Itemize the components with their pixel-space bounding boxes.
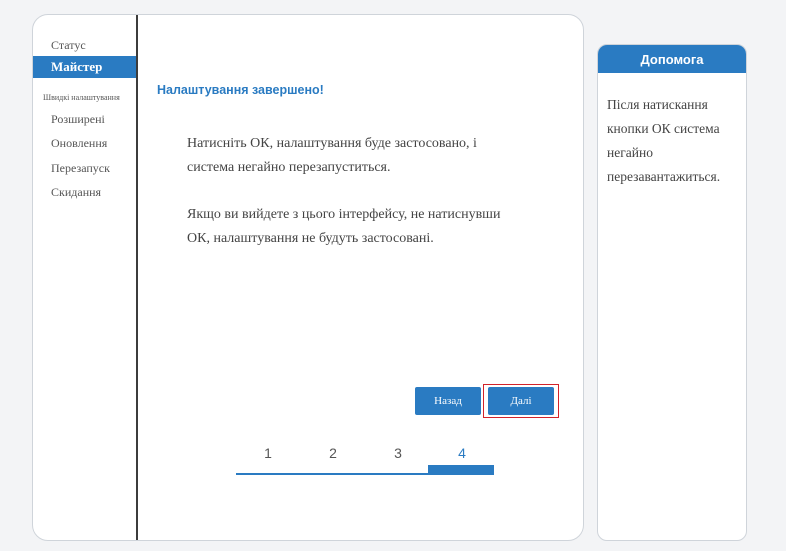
main-panel: Статус Майстер Швидкі налаштування Розши…: [32, 14, 584, 541]
current-step-marker: [428, 465, 494, 474]
warning-line-1: Якщо ви вийдете з цього інтерфейсу, не н…: [187, 207, 501, 222]
confirm-paragraph: Натисніть ОК, налаштування буде застосов…: [187, 132, 577, 180]
back-button[interactable]: Назад: [415, 387, 481, 415]
sidebar-item-wizard[interactable]: Майстер: [33, 56, 136, 78]
help-text: Після натискання кнопки ОК система негай…: [607, 97, 721, 184]
sidebar-item-update[interactable]: Оновлення: [33, 132, 136, 154]
sidebar-item-status[interactable]: Статус: [33, 34, 136, 56]
sidebar: Статус Майстер Швидкі налаштування Розши…: [33, 15, 138, 540]
sidebar-item-reboot[interactable]: Перезапуск: [33, 157, 136, 179]
step-3: 3: [394, 445, 402, 461]
warning-paragraph: Якщо ви вийдете з цього інтерфейсу, не н…: [187, 203, 577, 251]
step-4: 4: [458, 445, 466, 461]
help-title: Допомога: [598, 45, 746, 73]
step-2: 2: [329, 445, 337, 461]
step-1: 1: [264, 445, 272, 461]
sidebar-item-quick-settings[interactable]: Швидкі налаштування: [33, 87, 136, 109]
sidebar-item-reset[interactable]: Скидання: [33, 181, 136, 203]
confirm-line-1: Натисніть ОК, налаштування буде застосов…: [187, 136, 477, 151]
warning-line-2: ОК, налаштування не будуть застосовані.: [187, 231, 434, 246]
confirm-line-2: система негайно перезапуститься.: [187, 160, 391, 175]
next-button[interactable]: Далі: [488, 387, 554, 415]
page-title: Налаштування завершено!: [157, 83, 324, 97]
help-panel: Допомога Після натискання кнопки ОК сист…: [597, 44, 747, 541]
sidebar-item-advanced[interactable]: Розширені: [33, 108, 136, 130]
